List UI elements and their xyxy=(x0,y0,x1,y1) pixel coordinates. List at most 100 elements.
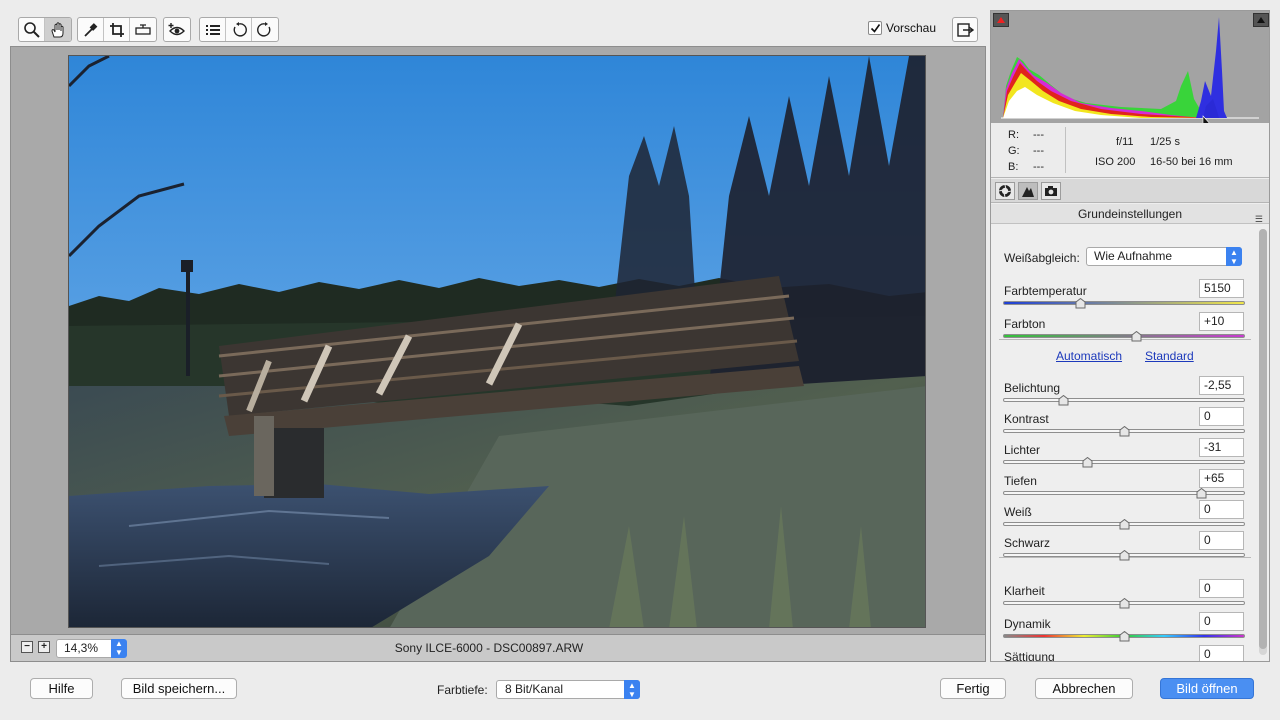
camera-icon xyxy=(1045,186,1057,196)
white-balance-value: Wie Aufnahme xyxy=(1094,249,1173,263)
slider-value-field[interactable]: 0 xyxy=(1199,407,1244,426)
slider-track[interactable] xyxy=(1003,491,1245,495)
slider-label: Tiefen xyxy=(1004,474,1037,488)
slider-label: Farbtemperatur xyxy=(1004,284,1087,298)
rotate-left-button[interactable] xyxy=(226,18,252,41)
hand-tool-button[interactable] xyxy=(45,18,71,41)
select-arrows-icon: ▲ ▼ xyxy=(1226,247,1242,266)
section-title: Grundeinstellungen ☰ xyxy=(991,204,1269,224)
slider-row: Schwarz 0 xyxy=(991,531,1257,566)
slider-row: Farbton +10 xyxy=(991,312,1257,347)
clip-warning-highlight-icon xyxy=(1257,17,1265,23)
histogram xyxy=(991,11,1269,133)
tool-group-main xyxy=(18,17,72,42)
panel-tabs xyxy=(991,179,1269,203)
g-label: G: xyxy=(1008,145,1020,157)
preview-checkbox[interactable] xyxy=(868,21,882,35)
toolbar: Vorschau xyxy=(10,10,986,46)
slider-thumb[interactable] xyxy=(1082,457,1093,468)
slider-label: Dynamik xyxy=(1004,617,1051,631)
slider-track[interactable] xyxy=(1003,398,1245,402)
slider-label: Klarheit xyxy=(1004,584,1045,598)
toggle-fullscreen-button[interactable] xyxy=(952,17,978,42)
slider-thumb[interactable] xyxy=(1119,426,1130,437)
image-canvas[interactable] xyxy=(10,46,986,635)
slider-value-field[interactable]: +10 xyxy=(1199,312,1244,331)
iso: ISO 200 xyxy=(1095,156,1136,168)
white-balance-select[interactable]: Wie Aufnahme ▲ ▼ xyxy=(1086,247,1242,266)
slider-value-field[interactable]: 0 xyxy=(1199,612,1244,631)
slider-thumb[interactable] xyxy=(1196,488,1207,499)
save-image-button[interactable]: Bild speichern... xyxy=(121,678,237,699)
panel-scrollbar-thumb[interactable] xyxy=(1259,229,1267,649)
slider-thumb[interactable] xyxy=(1119,550,1130,561)
highlight-clipping-warning[interactable] xyxy=(1253,13,1269,27)
auto-link[interactable]: Automatisch xyxy=(1056,349,1122,363)
rotate-right-icon xyxy=(257,21,271,37)
slider-value-field[interactable]: 0 xyxy=(1199,579,1244,598)
slider-value-field[interactable]: -2,55 xyxy=(1199,376,1244,395)
b-value: --- xyxy=(1033,161,1044,173)
crop-icon xyxy=(109,22,124,37)
magnifier-icon xyxy=(23,21,40,38)
open-image-button[interactable]: Bild öffnen xyxy=(1160,678,1254,699)
slider-value-field[interactable]: 5150 xyxy=(1199,279,1244,298)
slider-track[interactable] xyxy=(1003,301,1245,305)
slider-thumb[interactable] xyxy=(1119,598,1130,609)
slider-label: Belichtung xyxy=(1004,381,1061,395)
slider-thumb[interactable] xyxy=(1131,331,1142,342)
slider-value-field[interactable]: -31 xyxy=(1199,438,1244,457)
info-panel: R: --- G: --- B: --- f/11 1/25 s ISO 200… xyxy=(991,123,1269,178)
shadow-clipping-warning[interactable] xyxy=(993,13,1009,27)
slider-track[interactable] xyxy=(1003,334,1245,338)
level-icon xyxy=(135,23,151,35)
preview-toggle[interactable]: Vorschau xyxy=(868,21,936,35)
white-balance-tool-button[interactable] xyxy=(78,18,104,41)
panel-scrollbar[interactable] xyxy=(1259,229,1267,655)
rotate-right-button[interactable] xyxy=(252,18,278,41)
list-icon xyxy=(205,24,220,35)
r-value: --- xyxy=(1033,129,1044,141)
info-divider xyxy=(1065,127,1066,173)
shutter-speed: 1/25 s xyxy=(1150,136,1180,148)
bit-depth-select[interactable]: 8 Bit/Kanal ▲ ▼ xyxy=(496,680,640,699)
slider-track[interactable] xyxy=(1003,460,1245,464)
slider-row: Dynamik 0 xyxy=(991,612,1257,647)
aperture-icon xyxy=(998,184,1012,198)
straighten-tool-button[interactable] xyxy=(130,18,156,41)
aperture: f/11 xyxy=(1116,136,1134,148)
tool-group-retouch xyxy=(163,17,191,42)
settings-panel: R: --- G: --- B: --- f/11 1/25 s ISO 200… xyxy=(990,10,1270,662)
slider-value-field[interactable]: 0 xyxy=(1199,531,1244,550)
tab-tone-curve[interactable] xyxy=(1018,182,1038,200)
hand-icon xyxy=(51,21,64,37)
zoom-tool-button[interactable] xyxy=(19,18,45,41)
clip-warning-shadow-icon xyxy=(997,17,1005,23)
white-balance-label: Weißabgleich: xyxy=(1004,251,1080,265)
help-button[interactable]: Hilfe xyxy=(30,678,93,699)
tab-camera[interactable] xyxy=(1041,182,1061,200)
eye-icon xyxy=(168,22,185,35)
presets-list-button[interactable] xyxy=(200,18,226,41)
slider-thumb[interactable] xyxy=(1119,631,1130,642)
slider-label: Farbton xyxy=(1004,317,1046,331)
tab-basic[interactable] xyxy=(995,182,1015,200)
preview-label: Vorschau xyxy=(886,21,937,35)
red-eye-tool-button[interactable] xyxy=(164,18,190,41)
standard-link[interactable]: Standard xyxy=(1145,349,1194,363)
slider-label: Sättigung xyxy=(1004,650,1055,662)
slider-thumb[interactable] xyxy=(1058,395,1069,406)
slider-label: Lichter xyxy=(1004,443,1041,457)
b-label: B: xyxy=(1008,161,1019,173)
slider-value-field[interactable]: 0 xyxy=(1199,645,1244,661)
slider-thumb[interactable] xyxy=(1075,298,1086,309)
slider-row: Sättigung 0 xyxy=(991,645,1257,662)
crop-tool-button[interactable] xyxy=(104,18,130,41)
slider-thumb[interactable] xyxy=(1119,519,1130,530)
slider-value-field[interactable]: +65 xyxy=(1199,469,1244,488)
done-button[interactable]: Fertig xyxy=(940,678,1006,699)
lens-info: 16-50 bei 16 mm xyxy=(1150,156,1233,168)
slider-value-field[interactable]: 0 xyxy=(1199,500,1244,519)
photo-preview[interactable] xyxy=(68,55,926,628)
cancel-button[interactable]: Abbrechen xyxy=(1035,678,1133,699)
